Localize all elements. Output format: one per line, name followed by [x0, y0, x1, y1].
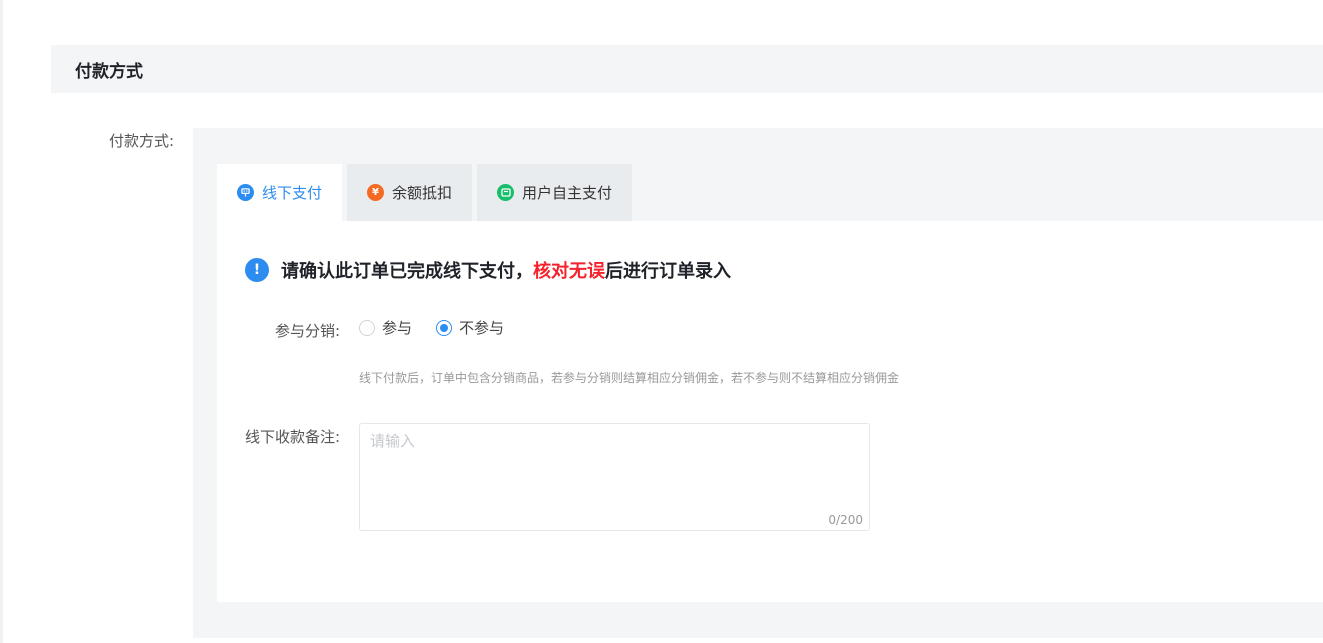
info-icon: !	[245, 258, 269, 282]
section-title: 付款方式	[75, 61, 143, 82]
radio-participate-label: 参与	[382, 319, 413, 337]
tab-offline-pay[interactable]: 线下支付	[217, 164, 343, 221]
notice-suffix: 后进行订单录入	[605, 261, 731, 282]
left-rule	[0, 0, 3, 643]
tab-content: ! 请确认此订单已完成线下支付， 核对无误 后进行订单录入 参与分销: 参与 不参与…	[217, 221, 1323, 602]
notice-highlight: 核对无误	[533, 261, 605, 282]
remark-label: 线下收款备注:	[244, 428, 340, 446]
distribution-label: 参与分销:	[274, 322, 340, 340]
balance-icon: ¥	[367, 184, 385, 201]
notice: ! 请确认此订单已完成线下支付， 核对无误 后进行订单录入	[245, 257, 731, 283]
notice-prefix: 请确认此订单已完成线下支付，	[281, 261, 533, 282]
payment-method-label: 付款方式:	[108, 132, 174, 150]
radio-not-participate-label: 不参与	[459, 319, 505, 337]
radio-not-participate-circle[interactable]	[436, 319, 453, 336]
tab-balance-label: 余额抵扣	[392, 184, 453, 202]
wallet-icon	[497, 184, 515, 201]
radio-participate-circle[interactable]	[359, 319, 375, 336]
distribution-hint: 线下付款后，订单中包含分销商品，若参与分销则结算相应分销佣金，若不参与则不结算相…	[359, 371, 900, 385]
remark-textarea[interactable]	[360, 424, 869, 530]
offline-pay-icon	[237, 184, 254, 201]
tab-user-pay-label: 用户自主支付	[522, 184, 613, 202]
payment-tabs: 线下支付 ¥ 余额抵扣 用户自主支付	[217, 164, 637, 221]
tab-offline-pay-label: 线下支付	[262, 184, 323, 202]
radio-participate[interactable]: 参与	[359, 317, 412, 338]
char-counter: 0/200	[828, 513, 863, 527]
radio-not-participate[interactable]: 不参与	[436, 317, 504, 338]
tab-user-pay[interactable]: 用户自主支付	[477, 164, 633, 221]
distribution-radio-group: 参与 不参与	[359, 317, 528, 338]
payment-panel: 线下支付 ¥ 余额抵扣 用户自主支付 ! 请确认此订单已完成线下支付， 核对无误后…	[193, 128, 1323, 638]
section-header: 付款方式	[51, 45, 1323, 93]
remark-textarea-wrapper: 0/200	[359, 423, 870, 531]
tab-balance[interactable]: ¥ 余额抵扣	[347, 164, 473, 221]
